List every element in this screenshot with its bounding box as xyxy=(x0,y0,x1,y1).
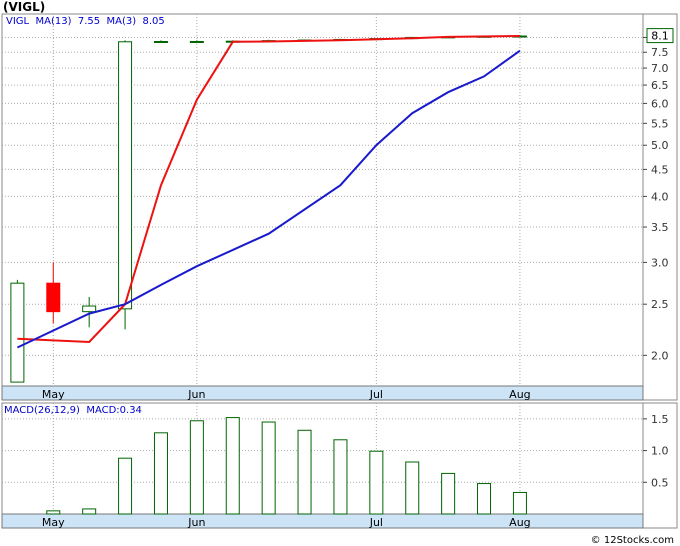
macd-x-tick-label: Jun xyxy=(187,516,205,529)
macd-bar xyxy=(369,450,384,515)
price-y-tick-label: 3.5 xyxy=(651,221,669,234)
price-y-tick-label: 5.5 xyxy=(651,117,669,130)
macd-bar xyxy=(512,491,527,515)
macd-bar xyxy=(297,429,312,515)
macd-x-axis-band xyxy=(1,513,644,529)
macd-bar xyxy=(118,457,133,515)
chart-svg: 2.02.53.03.54.04.55.05.56.06.57.07.58.0M… xyxy=(1,13,678,529)
macd-x-tick-label: Aug xyxy=(509,516,530,529)
candle-body xyxy=(189,40,204,43)
price-y-tick-label: 6.5 xyxy=(651,79,669,92)
price-y-tick-label: 2.0 xyxy=(651,349,669,362)
price-y-tick-label: 5.0 xyxy=(651,139,669,152)
candle-body xyxy=(10,282,25,383)
macd-panel: 0.5 1.0 1.5 May Jun Jul Aug MACD(26,12,9) MACD:… xyxy=(1,402,678,529)
price-x-axis-band xyxy=(1,385,644,401)
price-legend-ma13-value: 7.55 xyxy=(78,16,100,27)
candle-body xyxy=(46,282,61,313)
chart-stage: (VIGL) 2.0 2.5 3.0 3.5 4.0 4.5 5.0 5.5 6.0 6.5 7.0… xyxy=(0,0,680,546)
price-y-tick-label: 2.5 xyxy=(651,298,669,311)
candle-body xyxy=(118,41,133,310)
macd-bar xyxy=(225,417,240,515)
macd-bar xyxy=(46,510,61,515)
macd-x-tick-label: Jul xyxy=(369,516,383,529)
price-frame xyxy=(1,13,678,401)
last-price-label: 8.1 xyxy=(651,30,669,43)
macd-bar xyxy=(153,432,168,515)
macd-bar xyxy=(441,472,456,515)
macd-legend: MACD(26,12,9) MACD:0.34 xyxy=(4,405,142,416)
macd-legend-label: MACD(26,12,9) xyxy=(4,405,80,416)
price-legend-ma13-label: MA(13) xyxy=(35,16,71,27)
price-y-tick-label: 4.0 xyxy=(651,190,669,203)
macd-bar xyxy=(333,439,348,515)
macd-bar xyxy=(82,508,97,515)
price-legend: VIGL MA(13) 7.55 MA(3) 8.05 xyxy=(6,16,165,27)
price-x-tick-label: Jul xyxy=(369,388,383,401)
macd-y-tick-label: 1.0 xyxy=(651,445,669,458)
price-x-tick-label: May xyxy=(42,388,65,401)
price-x-tick-label: Aug xyxy=(509,388,530,401)
macd-bar xyxy=(261,421,276,515)
price-panel: 2.02.53.03.54.04.55.05.56.06.57.07.58.0M… xyxy=(1,13,678,401)
price-legend-ma3-value: 8.05 xyxy=(142,16,164,27)
macd-legend-value: MACD:0.34 xyxy=(86,405,142,416)
price-y-tick-label: 7.0 xyxy=(651,62,669,75)
price-legend-symbol: VIGL xyxy=(6,16,30,27)
candle-body xyxy=(153,40,168,43)
macd-bar xyxy=(477,483,492,515)
macd-bar xyxy=(189,420,204,515)
price-legend-ma3-label: MA(3) xyxy=(106,16,136,27)
candle-body xyxy=(82,305,97,313)
price-y-tick-label: 6.0 xyxy=(651,97,669,110)
price-y-tick-label: 4.5 xyxy=(651,163,669,176)
macd-y-tick-label: 1.5 xyxy=(651,413,669,426)
macd-x-tick-label: May xyxy=(42,516,65,529)
price-y-tick-label: 3.0 xyxy=(651,256,669,269)
macd-y-tick-label: 0.5 xyxy=(651,476,669,489)
watermark: © 12Stocks.com xyxy=(590,535,674,546)
price-x-tick-label: Jun xyxy=(187,388,205,401)
price-y-tick-label: 7.5 xyxy=(651,46,669,59)
macd-bar xyxy=(405,461,420,515)
